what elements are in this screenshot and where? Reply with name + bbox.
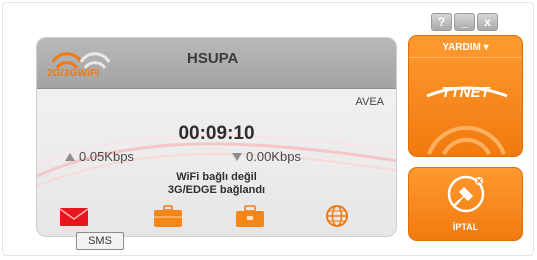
download-speed: 0.00Kbps — [232, 149, 301, 164]
envelope-icon — [59, 208, 89, 226]
mobile-status: 3G/EDGE bağlandı — [167, 184, 266, 196]
plug-icon — [447, 175, 485, 213]
divider — [409, 57, 522, 58]
operator-name: AVEA — [355, 96, 384, 108]
network-type: HSUPA — [187, 50, 239, 67]
upload-speed: 0.05Kbps — [65, 149, 134, 164]
brand-label: 2G/3GWiFi — [47, 68, 100, 79]
minimize-button[interactable]: _ — [454, 13, 475, 31]
sms-button[interactable] — [59, 203, 89, 229]
upload-speed-value: 0.05Kbps — [79, 149, 134, 164]
app-window: ? _ x 2G/3GWiFi HSUPA AVEA 00:09:10 0.05… — [2, 2, 534, 256]
question-icon: ? — [437, 15, 446, 29]
ttnet-logo: TTNET — [441, 84, 490, 101]
upload-arrow-icon — [65, 152, 75, 161]
help-panel: YARDIM ▾ TTNET — [408, 35, 523, 157]
close-icon: x — [484, 15, 491, 29]
sms-tooltip: SMS — [76, 232, 124, 250]
download-speed-value: 0.00Kbps — [246, 149, 301, 164]
close-button[interactable]: x — [477, 13, 498, 31]
globe-icon — [326, 205, 348, 227]
cancel-label: İPTAL — [452, 222, 479, 232]
connection-panel: 2G/3GWiFi HSUPA AVEA 00:09:10 0.05Kbps 0… — [36, 37, 397, 237]
toolbox-icon — [236, 205, 264, 227]
briefcase-icon — [154, 205, 182, 227]
signal-waves-icon — [51, 52, 111, 69]
connection-timer: 00:09:10 — [178, 123, 255, 144]
wifi-status: WiFi bağlı değil — [176, 171, 257, 183]
help-menu-button[interactable]: YARDIM ▾ — [409, 42, 522, 53]
internet-button[interactable] — [322, 203, 352, 229]
cancel-button[interactable]: İPTAL — [408, 167, 523, 241]
toolbox-button[interactable] — [235, 203, 265, 229]
panel-header: 2G/3GWiFi HSUPA — [37, 38, 396, 89]
help-window-button[interactable]: ? — [431, 13, 452, 31]
minimize-icon: _ — [461, 15, 468, 29]
briefcase-button[interactable] — [153, 203, 183, 229]
download-arrow-icon — [232, 152, 242, 161]
